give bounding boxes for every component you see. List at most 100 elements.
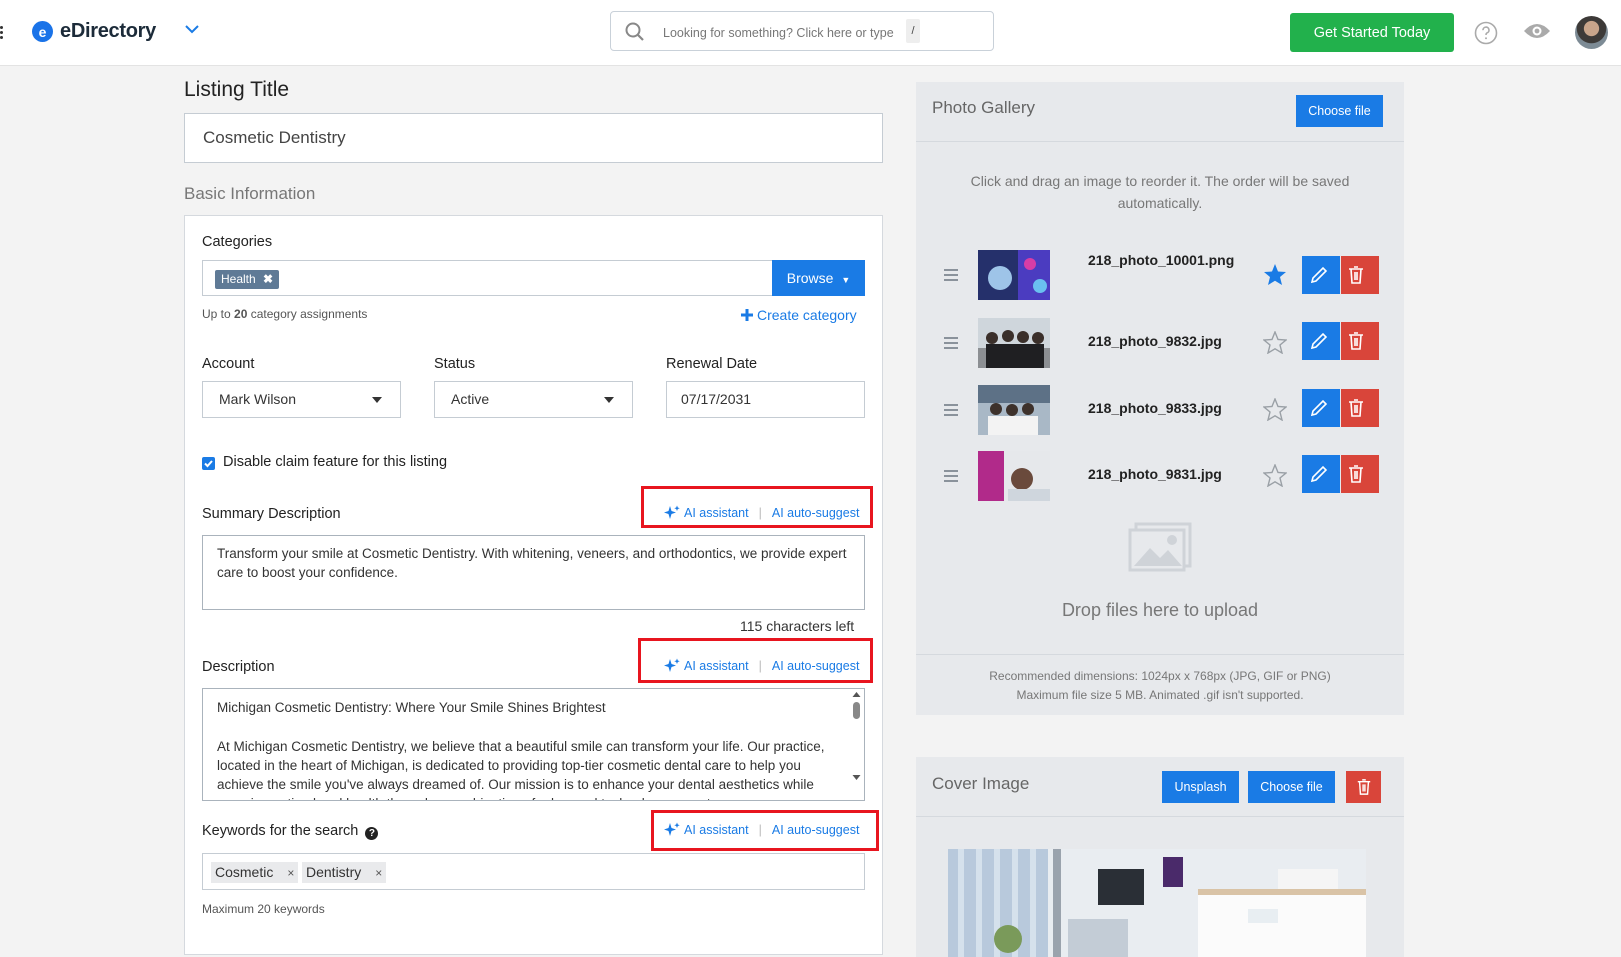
keywords-ai-assistant-link[interactable]: AI assistant [684, 823, 749, 837]
drag-handle-icon[interactable] [944, 269, 958, 284]
trash-icon [1349, 332, 1363, 350]
sparkle-icon [664, 505, 680, 521]
edit-photo-button[interactable] [1302, 322, 1340, 360]
max-file-size-line: Maximum file size 5 MB. Animated .gif is… [1016, 688, 1304, 702]
cover-header: Cover Image Unsplash Choose file [916, 757, 1404, 817]
logo-icon: e [32, 21, 53, 42]
photo-thumbnail [978, 250, 1050, 300]
gallery-photo-row[interactable]: 218_photo_9833.jpg [916, 385, 1404, 435]
drag-handle-icon[interactable] [944, 404, 958, 419]
summary-description-label: Summary Description [202, 506, 341, 522]
description-body: At Michigan Cosmetic Dentistry, we belie… [217, 739, 825, 800]
preview-eye-icon[interactable] [1523, 22, 1551, 40]
edit-photo-button[interactable] [1302, 256, 1340, 294]
keyword-tag-label: Dentistry [306, 864, 362, 880]
star-outline-icon[interactable] [1263, 398, 1287, 421]
cover-image-preview [948, 849, 1366, 957]
info-icon[interactable]: ? [365, 827, 379, 840]
summary-ai-autosuggest-link[interactable]: AI auto-suggest [772, 506, 860, 520]
unsplash-button[interactable]: Unsplash [1162, 771, 1239, 803]
disable-claim-checkbox[interactable] [202, 457, 215, 470]
renewal-date-input[interactable]: 07/17/2031 [666, 381, 865, 418]
drag-handle-icon[interactable] [944, 470, 958, 485]
chevron-down-icon: ▼ [841, 275, 851, 285]
listing-title-input[interactable]: Cosmetic Dentistry [184, 113, 883, 163]
create-category-link[interactable]: Create category [741, 307, 857, 323]
account-select[interactable]: Mark Wilson [202, 381, 401, 418]
status-select[interactable]: Active [434, 381, 633, 418]
gallery-title: Photo Gallery [932, 98, 1035, 117]
help-icon[interactable] [1474, 21, 1498, 45]
edit-photo-button[interactable] [1302, 389, 1340, 427]
sparkle-icon [664, 658, 680, 674]
pencil-icon [1310, 399, 1328, 417]
category-tag-label: Health [221, 272, 256, 286]
remove-keyword-icon[interactable]: × [287, 866, 294, 880]
description-label: Description [202, 659, 275, 675]
description-ai-assistant-link[interactable]: AI assistant [684, 659, 749, 673]
keywords-input[interactable]: Cosmetic × Dentistry × [202, 853, 865, 890]
delete-photo-button[interactable] [1341, 455, 1379, 493]
menu-icon[interactable] [0, 26, 4, 41]
browse-categories-button[interactable]: Browse ▼ [772, 260, 865, 296]
trash-icon [1349, 465, 1363, 483]
trash-icon [1349, 266, 1363, 284]
delete-photo-button[interactable] [1341, 389, 1379, 427]
search-icon [625, 22, 645, 42]
category-tag: Health ✖ [215, 270, 280, 289]
keyword-tag-label: Cosmetic [215, 864, 274, 880]
status-value: Active [451, 391, 490, 407]
gallery-hint: Click and drag an image to reorder it. T… [970, 173, 1350, 211]
status-label: Status [434, 356, 476, 372]
separator: | [758, 823, 762, 837]
summary-ai-assistant-link[interactable]: AI assistant [684, 506, 749, 520]
recommended-dimensions-text: Recommended dimensions: 1024px x 768px (… [916, 667, 1404, 705]
search-bar[interactable]: Looking for something? Click here or typ… [610, 11, 994, 51]
categories-input[interactable]: Health ✖ [202, 260, 772, 296]
cover-choose-file-button[interactable]: Choose file [1248, 771, 1335, 803]
keywords-limit-text: Maximum 20 keywords [202, 902, 325, 916]
drag-handle-icon[interactable] [944, 337, 958, 352]
search-shortcut-key: / [906, 19, 920, 43]
gallery-photo-row[interactable]: 218_photo_10001.png [916, 250, 1404, 300]
edit-photo-button[interactable] [1302, 455, 1340, 493]
gallery-photo-row[interactable]: 218_photo_9831.jpg [916, 451, 1404, 501]
photo-filename: 218_photo_9832.jpg [1088, 333, 1222, 349]
pencil-icon [1310, 465, 1328, 483]
search-placeholder: Looking for something? Click here or typ… [663, 26, 894, 40]
account-label: Account [202, 356, 255, 372]
renewal-date-label: Renewal Date [666, 356, 758, 372]
get-started-button[interactable]: Get Started Today [1290, 13, 1454, 52]
photo-filename: 218_photo_9833.jpg [1088, 400, 1222, 416]
brand-logo[interactable]: e eDirectory [32, 20, 156, 43]
summary-description-textarea[interactable]: Transform your smile at Cosmetic Dentist… [202, 535, 865, 610]
remove-tag-icon[interactable]: ✖ [263, 272, 273, 286]
textarea-scrollbar[interactable] [851, 691, 862, 784]
listing-title-label: Listing Title [184, 78, 290, 101]
gallery-choose-file-button[interactable]: Choose file [1296, 95, 1383, 127]
delete-photo-button[interactable] [1341, 256, 1379, 294]
delete-photo-button[interactable] [1341, 322, 1379, 360]
plus-icon [741, 309, 753, 321]
remove-keyword-icon[interactable]: × [375, 866, 382, 880]
chevron-down-icon[interactable] [185, 25, 199, 34]
keywords-ai-autosuggest-link[interactable]: AI auto-suggest [772, 823, 860, 837]
featured-star-icon[interactable] [1263, 263, 1287, 286]
user-avatar[interactable] [1575, 16, 1608, 49]
star-outline-icon[interactable] [1263, 331, 1287, 354]
top-bar: e eDirectory Looking for something? Clic… [0, 0, 1621, 66]
keywords-ai-tools: AI assistant | AI auto-suggest [664, 822, 859, 838]
description-ai-autosuggest-link[interactable]: AI auto-suggest [772, 659, 860, 673]
browse-label: Browse [786, 270, 834, 286]
description-textarea[interactable]: Michigan Cosmetic Dentistry: Where Your … [202, 688, 865, 801]
photo-thumbnail [978, 385, 1050, 435]
separator: | [758, 659, 762, 673]
drop-files-text[interactable]: Drop files here to upload [916, 600, 1404, 621]
delete-cover-button[interactable] [1346, 771, 1381, 803]
star-outline-icon[interactable] [1263, 464, 1287, 487]
keyword-tag: Cosmetic × [211, 862, 299, 883]
gallery-photo-row[interactable]: 218_photo_9832.jpg [916, 318, 1404, 368]
photo-thumbnail [978, 318, 1050, 368]
gallery-header: Photo Gallery Choose file [916, 82, 1404, 142]
sparkle-icon [664, 822, 680, 838]
